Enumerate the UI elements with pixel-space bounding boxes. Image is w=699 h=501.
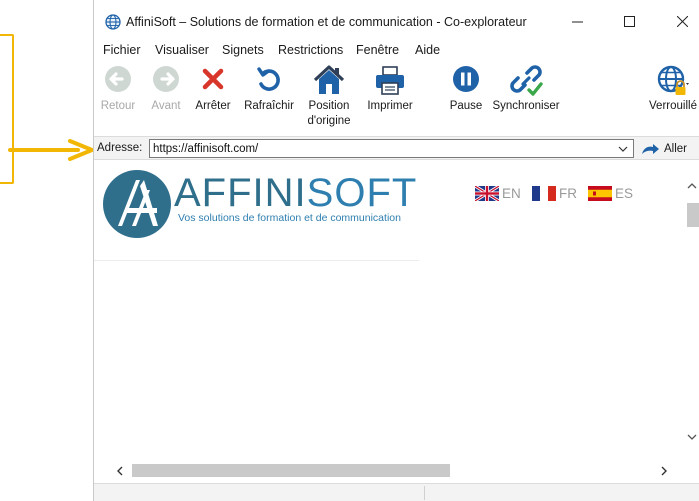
home-button[interactable]: Position d'origine [301, 63, 357, 129]
status-bar [94, 483, 699, 501]
print-label: Imprimer [367, 100, 413, 112]
menu-aide[interactable]: Aide [415, 43, 440, 57]
horizontal-scroll-thumb[interactable] [132, 464, 450, 477]
forward-label: Avant [151, 100, 181, 112]
refresh-label: Rafraîchir [244, 100, 294, 112]
maximize-button[interactable] [606, 6, 652, 36]
forward-icon [153, 66, 179, 92]
lock-label: Verrouillé [649, 100, 697, 112]
spain-flag-icon [588, 186, 612, 201]
lang-fr-link[interactable]: FR [532, 186, 577, 201]
lang-en-label: EN [502, 186, 521, 201]
toolbar: Retour Avant Arrêter Rafraîchir Position… [94, 60, 699, 134]
globe-icon [105, 14, 121, 30]
vertical-scrollbar[interactable] [684, 160, 699, 462]
web-content: AFFINISOFT Vos solutions de formation et… [94, 160, 684, 462]
stop-button[interactable]: Arrêter [191, 63, 235, 114]
refresh-icon [257, 67, 280, 91]
lang-fr-label: FR [559, 186, 577, 201]
brand-wordmark: AFFINISOFT [174, 173, 417, 213]
scroll-down-icon[interactable] [687, 434, 697, 441]
lang-en-link[interactable]: EN [475, 186, 521, 201]
home-icon [313, 65, 345, 94]
scroll-up-icon[interactable] [687, 182, 697, 189]
back-button[interactable]: Retour [98, 63, 138, 114]
pause-button[interactable]: Pause [448, 63, 484, 114]
lock-globe-icon [657, 65, 689, 95]
brand-part2: SOFT [306, 171, 418, 215]
scroll-left-icon[interactable] [116, 466, 124, 476]
menu-fichier[interactable]: Fichier [103, 43, 141, 57]
brand-tagline: Vos solutions de formation et de communi… [178, 212, 401, 224]
screenshot-root: AffiniSoft – Solutions de formation et d… [0, 0, 699, 501]
menu-visualiser[interactable]: Visualiser [155, 43, 209, 57]
title-bar: AffiniSoft – Solutions de formation et d… [94, 0, 699, 42]
menu-restrictions[interactable]: Restrictions [278, 43, 343, 57]
refresh-button[interactable]: Rafraîchir [241, 63, 297, 114]
window-title: AffiniSoft – Solutions de formation et d… [126, 15, 527, 29]
maximize-icon [623, 15, 635, 27]
back-icon [105, 66, 131, 92]
minimize-icon [571, 21, 583, 22]
back-label: Retour [100, 100, 136, 112]
close-button[interactable] [659, 6, 699, 36]
uk-flag-icon [475, 186, 499, 201]
address-dropdown-button[interactable] [614, 140, 632, 157]
stop-label: Arrêter [195, 100, 231, 112]
pause-label: Pause [449, 100, 483, 112]
vertical-scroll-thumb[interactable] [687, 203, 699, 227]
status-divider [424, 486, 425, 500]
sync-label: Synchroniser [492, 100, 560, 112]
go-button[interactable]: Aller [640, 140, 687, 158]
sync-icon [510, 65, 543, 96]
france-flag-icon [532, 186, 556, 201]
forward-button[interactable]: Avant [148, 63, 184, 114]
brand-part1: AFFINI [174, 171, 307, 215]
pause-icon [453, 66, 479, 92]
print-button[interactable]: Imprimer [362, 63, 418, 114]
home-label-line2: d'origine [307, 115, 351, 127]
go-label: Aller [664, 143, 688, 155]
minimize-button[interactable] [554, 6, 600, 36]
address-input[interactable] [149, 139, 634, 158]
menu-bar: Fichier Visualiser Signets Restrictions … [94, 42, 699, 60]
affinisoft-logo-icon [103, 170, 171, 238]
lock-button[interactable]: Verrouillé [646, 63, 699, 114]
address-bar: Adresse: Aller [94, 136, 699, 160]
lang-es-link[interactable]: ES [588, 186, 633, 201]
menu-fenetre[interactable]: Fenêtre [356, 43, 399, 57]
stop-icon [202, 68, 224, 90]
address-label: Adresse: [97, 142, 143, 154]
close-icon [676, 15, 688, 27]
browser-window: AffiniSoft – Solutions de formation et d… [93, 0, 699, 501]
lang-es-label: ES [615, 186, 634, 201]
menu-signets[interactable]: Signets [222, 43, 264, 57]
printer-icon [376, 66, 404, 95]
home-label-line1: Position [308, 100, 350, 112]
go-arrow-icon [642, 144, 659, 154]
sync-button[interactable]: Synchroniser [490, 63, 562, 114]
horizontal-scrollbar[interactable] [94, 462, 684, 479]
chevron-down-icon [618, 146, 628, 152]
scroll-right-icon[interactable] [660, 466, 668, 476]
callout-arrow-icon [8, 139, 94, 161]
header-divider [94, 260, 419, 261]
